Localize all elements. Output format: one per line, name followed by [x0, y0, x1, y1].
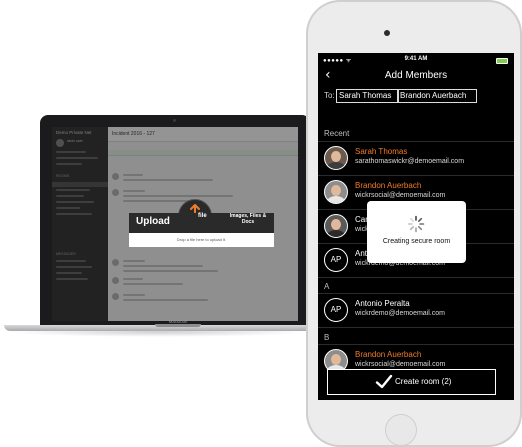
contact-name: Brandon Auerbach: [355, 181, 422, 190]
upload-types: Images, Files & Docs: [229, 213, 267, 225]
avatar: [324, 146, 348, 170]
checkmark-icon: [375, 374, 393, 389]
laptop-camera: [173, 119, 176, 122]
recipient-chip[interactable]: Sarah Thomas: [336, 89, 399, 103]
laptop-notch: [155, 324, 201, 327]
laptop: Demo Private Net wickr user ROOMS MESSAG…: [40, 115, 310, 325]
page-title: Add Members: [384, 70, 448, 81]
contact-name: Brandon Auerbach: [355, 350, 422, 359]
upload-file-label: file: [198, 213, 207, 219]
create-room-label: Create room (2): [395, 377, 452, 386]
contact-name: Sarah Thomas: [355, 147, 408, 156]
loading-text: Creating secure room: [382, 238, 451, 245]
create-room-button[interactable]: Create room (2): [327, 369, 496, 395]
phone-home-button[interactable]: [385, 414, 417, 446]
contact-row[interactable]: AP Antonio Peralta wickrdemo@demoemail.c…: [318, 294, 514, 328]
avatar: AP: [324, 248, 348, 272]
nav-bar: ‹ Add Members: [318, 65, 514, 87]
upload-title: Upload: [136, 216, 170, 227]
status-time: 9:41 AM: [404, 56, 428, 62]
upload-hint: Drop a file here to upload it.: [176, 237, 227, 242]
contact-name: Antonio Peralta: [355, 299, 410, 308]
avatar: AP: [324, 298, 348, 322]
avatar: [324, 180, 348, 204]
contact-email: sarathomaswickr@demoemail.com: [355, 158, 465, 165]
divider: [318, 277, 514, 278]
divider: [318, 327, 514, 328]
recipient-field[interactable]: To: Sarah Thomas Brandon Auerbach: [318, 87, 514, 105]
avatar: [324, 214, 348, 238]
spinner-icon: [407, 215, 425, 233]
contact-email: wickrsocial@demoemail.com: [355, 361, 446, 368]
battery-icon: [496, 58, 508, 64]
contact-email: wickrdemo@demoemail.com: [355, 310, 445, 317]
recipient-chip[interactable]: Brandon Auerbach: [397, 89, 477, 103]
phone-camera: [384, 30, 390, 36]
phone-screen: ●●●●● ᯤ 9:41 AM ‹ Add Members To: Sarah …: [318, 53, 514, 400]
contact-row[interactable]: Sarah Thomas sarathomaswickr@demoemail.c…: [318, 142, 514, 176]
laptop-screen: Demo Private Net wickr user ROOMS MESSAG…: [52, 127, 298, 321]
contact-email: wickrsocial@demoemail.com: [355, 192, 446, 199]
to-label: To:: [324, 91, 335, 100]
section-header-a: A: [324, 282, 330, 291]
section-header-b: B: [324, 333, 330, 342]
laptop-brand-label: MacBook: [168, 319, 188, 324]
loading-dialog: Creating secure room: [367, 201, 466, 263]
section-header-recent: Recent: [324, 129, 350, 138]
